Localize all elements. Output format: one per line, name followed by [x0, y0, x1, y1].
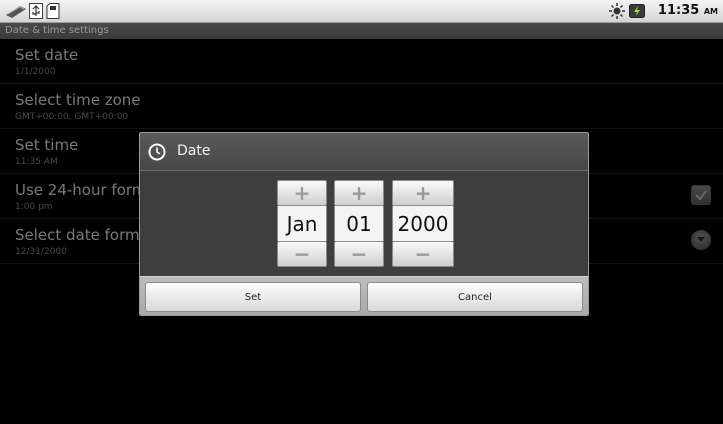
sd-card-icon — [46, 3, 60, 19]
month-picker: + Jan − — [277, 180, 327, 267]
day-increment-button[interactable]: + — [334, 180, 384, 206]
year-value[interactable]: 2000 — [392, 206, 454, 241]
day-decrement-button[interactable]: − — [334, 241, 384, 267]
dialog-header: Date — [140, 133, 588, 171]
dialog-button-bar: Set Cancel — [140, 276, 588, 315]
status-clock: 11:35 AM — [658, 3, 718, 18]
month-increment-button[interactable]: + — [277, 180, 327, 206]
day-picker: + 01 − — [334, 180, 384, 267]
status-ampm: AM — [703, 7, 718, 16]
usb-debug-icon — [6, 6, 26, 18]
dialog-title: Date — [177, 143, 211, 159]
month-decrement-button[interactable]: − — [277, 241, 327, 267]
brightness-icon — [609, 3, 625, 19]
year-increment-button[interactable]: + — [392, 180, 454, 206]
year-picker: + 2000 − — [392, 180, 454, 267]
cancel-button[interactable]: Cancel — [367, 282, 583, 312]
month-value[interactable]: Jan — [277, 206, 327, 241]
date-dialog: Date + Jan − + 01 − + 2000 − Set Cancel — [139, 132, 589, 316]
clock-icon — [148, 143, 166, 161]
date-picker: + Jan − + 01 − + 2000 − — [140, 171, 588, 276]
page-title: Date & time settings — [0, 23, 723, 39]
status-time: 11:35 — [657, 3, 700, 18]
battery-icon — [629, 4, 645, 18]
set-button[interactable]: Set — [145, 282, 361, 312]
usb-icon — [29, 3, 43, 19]
year-decrement-button[interactable]: − — [392, 241, 454, 267]
day-value[interactable]: 01 — [334, 206, 384, 241]
status-bar: 11:35 AM — [0, 0, 723, 23]
